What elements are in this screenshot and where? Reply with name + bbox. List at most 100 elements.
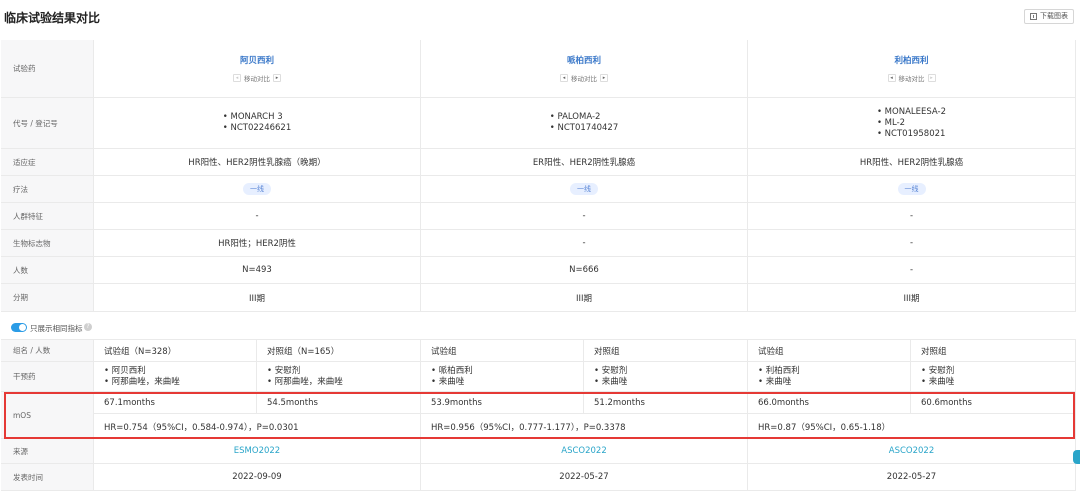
mos-value: 51.2months	[584, 392, 748, 414]
row-code: 代号 / 登记号 • MONARCH 3 • NCT02246621 • PAL…	[1, 98, 1076, 149]
row-source: 来源 ESMO2022 ASCO2022 ASCO2022	[1, 439, 1076, 464]
mos-value: 60.6months	[911, 392, 1076, 414]
row-label: 干预药	[1, 362, 94, 391]
mos-value: 67.1months	[94, 392, 257, 414]
page-title: 临床试验结果对比	[4, 11, 101, 25]
intervention-item: • 安慰剂	[267, 365, 301, 376]
intervention-item: • 阿那曲唑，来曲唑	[267, 376, 343, 387]
hr-value: HR=0.956（95%CI，0.777-1.177），P=0.3378	[421, 414, 748, 439]
row-label: 分期	[1, 284, 94, 311]
move-compare: ◂ 移动对比 ▸	[887, 73, 936, 83]
side-tab[interactable]	[1073, 450, 1080, 464]
move-compare-label: 移动对比	[244, 75, 270, 83]
source-link[interactable]: ASCO2022	[889, 446, 934, 456]
count-cell: N=493	[94, 257, 421, 283]
therapy-tag: 一线	[897, 183, 926, 195]
intervention-item: • 安慰剂	[921, 365, 955, 376]
therapy-cell: 一线	[421, 176, 748, 202]
intervention-cell: • 安慰剂 • 阿那曲唑，来曲唑	[257, 362, 421, 391]
intervention-item: • 来曲唑	[921, 376, 955, 387]
drug-name[interactable]: 阿贝西利	[240, 54, 274, 66]
therapy-cell: 一线	[748, 176, 1076, 202]
mos-value: 66.0months	[748, 392, 911, 414]
row-stage: 分期 III期 III期 III期	[1, 284, 1076, 312]
move-compare: ◂ 移动对比 ▸	[233, 73, 281, 83]
move-right-icon[interactable]: ▸	[927, 74, 936, 82]
row-intervention: 干预药 • 阿贝西利 • 阿那曲唑，来曲唑 • 安慰剂 • 阿那曲唑，来曲唑 •…	[1, 362, 1076, 392]
code-cell-2: • PALOMA-2 • NCT01740427	[421, 98, 748, 148]
header: 临床试验结果对比 下载图表	[0, 0, 1080, 38]
trial-code: • NCT01740427	[549, 123, 619, 133]
move-compare-label: 移动对比	[571, 75, 597, 83]
source-link[interactable]: ASCO2022	[561, 446, 606, 456]
trial-code: • PALOMA-2	[549, 112, 601, 122]
date-cell: 2022-09-09	[94, 464, 421, 490]
group-name: 试验组	[421, 340, 584, 361]
indication-cell: ER阳性、HER2阴性乳腺癌	[421, 149, 748, 175]
group-name: 对照组	[911, 340, 1076, 361]
move-left-icon[interactable]: ◂	[887, 74, 896, 82]
intervention-item: • 来曲唑	[431, 376, 465, 387]
download-chart-button[interactable]: 下载图表	[1024, 9, 1074, 24]
same-metric-toggle[interactable]	[11, 323, 27, 332]
group-name: 试验组（N=328）	[94, 340, 257, 361]
trial-code: • NCT02246621	[222, 123, 292, 133]
intervention-item: • 利柏西利	[758, 365, 800, 376]
population-cell: -	[421, 203, 748, 229]
row-group: 组名 / 人数 试验组（N=328） 对照组（N=165） 试验组 对照组 试验…	[1, 340, 1076, 362]
trial-code: • NCT01958021	[876, 128, 946, 139]
population-cell: -	[748, 203, 1076, 229]
row-label: 人数	[1, 257, 94, 283]
mos-value: 53.9months	[421, 392, 584, 414]
row-count: 人数 N=493 N=666 -	[1, 257, 1076, 284]
toggle-label: 只展示相同指标	[30, 324, 83, 333]
row-label: 生物标志物	[1, 230, 94, 256]
intervention-item: • 阿那曲唑，来曲唑	[104, 376, 180, 387]
intervention-cell: • 哌柏西利 • 来曲唑	[421, 362, 584, 391]
intervention-item: • 安慰剂	[594, 365, 628, 376]
intervention-cell: • 安慰剂 • 来曲唑	[584, 362, 748, 391]
row-indication: 适应症 HR阳性、HER2阴性乳腺癌（晚期） ER阳性、HER2阴性乳腺癌 HR…	[1, 149, 1076, 176]
intervention-item: • 来曲唑	[594, 376, 628, 387]
row-label: 代号 / 登记号	[1, 98, 94, 148]
trial-code: • ML-2	[876, 117, 906, 128]
move-left-icon[interactable]: ◂	[560, 74, 568, 82]
drug-header-1: 阿贝西利 ◂ 移动对比 ▸	[94, 40, 421, 97]
row-label: 组名 / 人数	[1, 340, 94, 361]
row-population: 人群特征 - - -	[1, 203, 1076, 230]
stage-cell: III期	[421, 284, 748, 311]
row-therapy: 疗法 一线 一线 一线	[1, 176, 1076, 203]
help-icon[interactable]: ?	[84, 323, 92, 331]
hr-value: HR=0.87（95%CI，0.65-1.18）	[748, 414, 1076, 439]
drug-header-3: 利柏西利 ◂ 移动对比 ▸	[748, 40, 1076, 97]
biomarker-cell: -	[421, 230, 748, 256]
therapy-tag: 一线	[243, 183, 271, 195]
intervention-cell: • 安慰剂 • 来曲唑	[911, 362, 1076, 391]
intervention-item: • 哌柏西利	[431, 365, 473, 376]
therapy-cell: 一线	[94, 176, 421, 202]
row-drug: 试验药 阿贝西利 ◂ 移动对比 ▸ 哌柏西利 ◂ 移动对比 ▸ 利柏西利 ◂ 移…	[1, 40, 1076, 98]
move-right-icon[interactable]: ▸	[600, 74, 608, 82]
move-left-icon[interactable]: ◂	[233, 74, 241, 82]
source-cell: ASCO2022	[421, 439, 748, 463]
drug-name[interactable]: 利柏西利	[894, 54, 928, 66]
row-label: 适应症	[1, 149, 94, 175]
row-mos: mOS 67.1months 54.5months 53.9months 51.…	[1, 392, 1076, 439]
drug-name[interactable]: 哌柏西利	[567, 54, 601, 66]
indication-cell: HR阳性、HER2阴性乳腺癌（晚期）	[94, 149, 421, 175]
toggle-row: 只展示相同指标 ?	[1, 315, 1076, 340]
therapy-tag: 一线	[570, 183, 598, 195]
biomarker-cell: HR阳性；HER2阴性	[94, 230, 421, 256]
indication-cell: HR阳性、HER2阴性乳腺癌	[748, 149, 1076, 175]
source-link[interactable]: ESMO2022	[234, 446, 280, 456]
download-icon	[1030, 13, 1037, 20]
group-name: 试验组	[748, 340, 911, 361]
intervention-item: • 阿贝西利	[104, 365, 146, 376]
row-label: 人群特征	[1, 203, 94, 229]
count-cell: N=666	[421, 257, 748, 283]
mos-value: 54.5months	[257, 392, 421, 414]
row-label: mOS	[1, 392, 94, 438]
row-date: 发表时间 2022-09-09 2022-05-27 2022-05-27	[1, 464, 1076, 491]
source-cell: ASCO2022	[748, 439, 1076, 463]
move-right-icon[interactable]: ▸	[273, 74, 281, 82]
